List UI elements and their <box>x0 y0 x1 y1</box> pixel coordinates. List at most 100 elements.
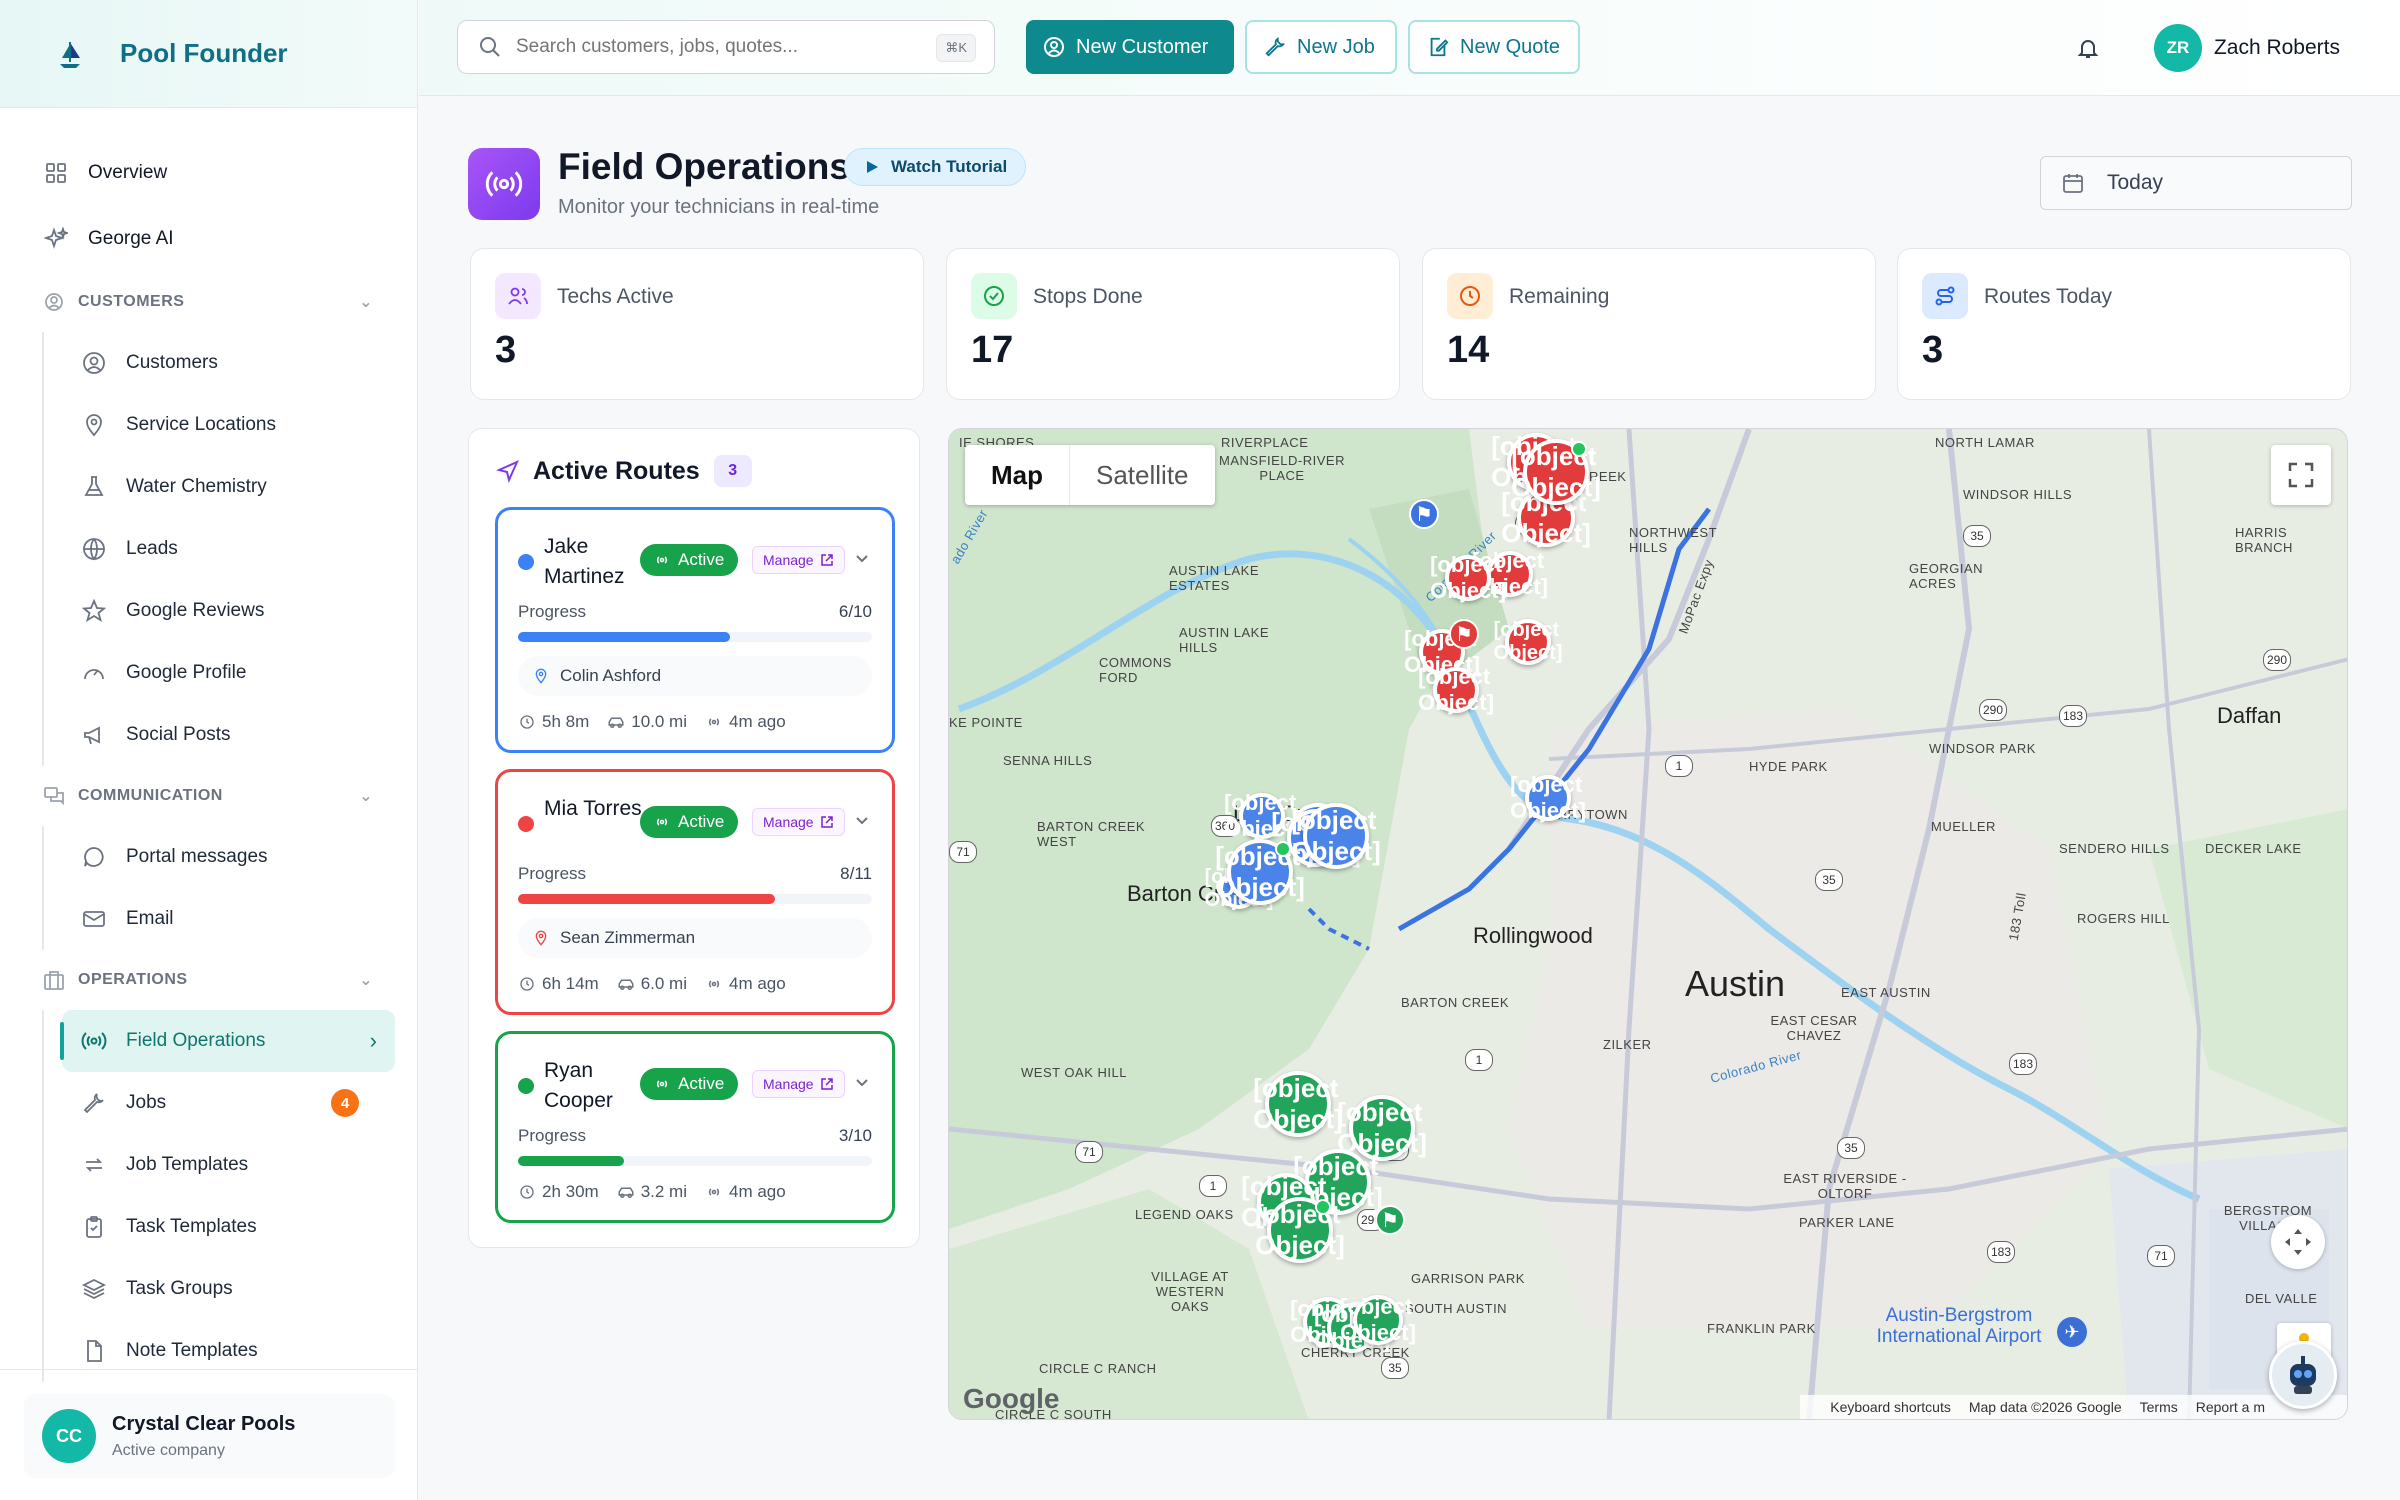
keyboard-shortcuts-link[interactable]: Keyboard shortcuts <box>1830 1399 1951 1415</box>
operations-list: Field Operations › Jobs 4 Job Templates … <box>42 1010 417 1382</box>
tech-name: Jake Martinez <box>544 535 625 588</box>
user-menu[interactable]: ZR Zach Roberts <box>2153 24 2340 72</box>
section-communication[interactable]: COMMUNICATION ⌄ <box>0 766 417 826</box>
highway-shield: 35 <box>1837 1137 1865 1159</box>
satellite-tab[interactable]: Satellite <box>1069 445 1215 505</box>
chevron-down-icon[interactable] <box>852 1072 872 1092</box>
chat-icon <box>42 784 66 808</box>
layers-icon <box>80 1275 108 1303</box>
progress-label: Progress <box>518 602 587 621</box>
route-duration: 2h 30m <box>542 1182 599 1201</box>
map-label: BARTON CREEK <box>1401 995 1510 1010</box>
map-tab[interactable]: Map <box>965 445 1069 505</box>
report-link[interactable]: Report a m <box>2196 1399 2265 1415</box>
sidebar-item-google-reviews[interactable]: Google Reviews <box>44 580 417 642</box>
manage-button[interactable]: Manage <box>752 1070 845 1098</box>
stat-card-routes-today: Routes Today 3 <box>1897 248 2351 400</box>
sidebar-item-task-groups[interactable]: Task Groups <box>44 1258 417 1320</box>
stop-marker-10[interactable]: [object Object] <box>1291 803 1381 869</box>
tech-marker-jm[interactable]: [object Object] <box>1215 839 1305 905</box>
sidebar-item-service-locations[interactable]: Service Locations <box>44 394 417 456</box>
sidebar-item-water-chemistry[interactable]: Water Chemistry <box>44 456 417 518</box>
stop-marker[interactable]: [object Object] <box>1510 772 1586 823</box>
mail-icon <box>80 905 108 933</box>
tech-marker-rc[interactable]: [object Object] <box>1255 1197 1345 1263</box>
new-quote-button[interactable]: New Quote <box>1408 20 1580 74</box>
sidebar-item-leads[interactable]: Leads <box>44 518 417 580</box>
tech-marker-mt[interactable]: [object Object] <box>1511 439 1601 505</box>
sidebar-item-google-profile[interactable]: Google Profile <box>44 642 417 704</box>
sidebar-item-field-operations[interactable]: Field Operations › <box>60 1010 395 1072</box>
stop-marker[interactable]: [object Object] <box>1418 664 1494 715</box>
map-label: CIRCLE C RANCH <box>1039 1361 1157 1376</box>
map-label: WEST OAK HILL <box>1021 1065 1127 1080</box>
sidebar-item-job-templates[interactable]: Job Templates <box>44 1134 417 1196</box>
pool-logo-icon <box>50 34 90 74</box>
stop-marker[interactable]: [object Object] <box>1340 1294 1416 1345</box>
button-label: New Quote <box>1460 35 1561 58</box>
brand[interactable]: Pool Founder <box>0 0 417 108</box>
manage-button[interactable]: Manage <box>752 546 845 574</box>
sidebar-item-email[interactable]: Email <box>44 888 417 950</box>
route-card[interactable]: Ryan Cooper Active Manage Progress 3/10 … <box>495 1031 895 1223</box>
section-customers[interactable]: CUSTOMERS ⌄ <box>0 272 417 332</box>
route-meta: 5h 8m 10.0 mi 4m ago <box>518 712 804 732</box>
manage-label: Manage <box>763 814 814 830</box>
sidebar-item-social-posts[interactable]: Social Posts <box>44 704 417 766</box>
route-card[interactable]: Jake Martinez Active Manage Progress 6/1… <box>495 507 895 753</box>
sidebar: Pool Founder Overview George AI CUSTOMER… <box>0 0 418 1500</box>
sidebar-item-portal-messages[interactable]: Portal messages <box>44 826 417 888</box>
new-customer-button[interactable]: New Customer <box>1026 20 1234 74</box>
map-label: COMMONS FORD <box>1099 655 1172 685</box>
assistant-bot-icon[interactable] <box>2269 1341 2337 1409</box>
stat-label: Remaining <box>1509 285 1610 308</box>
new-job-button[interactable]: New Job <box>1245 20 1397 74</box>
terms-link[interactable]: Terms <box>2140 1399 2178 1415</box>
stop-marker[interactable]: [object Object] <box>1253 1071 1343 1137</box>
stat-card-stops-done: Stops Done 17 <box>946 248 1400 400</box>
sidebar-item-jobs[interactable]: Jobs 4 <box>44 1072 417 1134</box>
map-label: ZILKER <box>1603 1037 1652 1052</box>
sidebar-item-label: Task Groups <box>126 1278 233 1299</box>
date-picker[interactable]: Today <box>2040 156 2352 210</box>
map-pin-icon <box>80 411 108 439</box>
manage-button[interactable]: Manage <box>752 808 845 836</box>
section-operations[interactable]: OPERATIONS ⌄ <box>0 950 417 1010</box>
search-icon <box>478 35 502 59</box>
search-box[interactable]: ⌘K <box>457 20 995 74</box>
watch-tutorial-button[interactable]: Watch Tutorial <box>844 148 1027 186</box>
avatar: ZR <box>2153 24 2202 72</box>
company-switcher[interactable]: CC Crystal Clear Pools Active company <box>24 1394 395 1478</box>
route-distance: 10.0 mi <box>631 712 687 731</box>
broadcast-icon <box>705 713 723 731</box>
search-input[interactable] <box>516 36 916 58</box>
map[interactable]: IE SHORES RIVERPLACE MANSFIELD-RIVER PLA… <box>948 428 2348 1420</box>
stop-marker[interactable]: [object Object] <box>1430 552 1506 603</box>
progress-fill <box>518 894 776 904</box>
sidebar-item-customers[interactable]: Customers <box>44 332 417 394</box>
broadcast-icon <box>705 975 723 993</box>
progress-label: Progress <box>518 1126 587 1145</box>
sidebar-item-note-templates[interactable]: Note Templates <box>44 1320 417 1382</box>
sidebar-item-task-templates[interactable]: Task Templates <box>44 1196 417 1258</box>
camera-control-icon[interactable] <box>2271 1215 2325 1269</box>
stop-marker[interactable]: [object Object] <box>1494 619 1562 665</box>
map-label: GARRISON PARK <box>1411 1271 1525 1286</box>
sidebar-item-overview[interactable]: Overview <box>0 140 417 206</box>
sidebar-item-george-ai[interactable]: George AI <box>0 206 417 272</box>
broadcast-icon <box>80 1027 108 1055</box>
map-label: NORTH LAMAR <box>1935 435 2035 450</box>
sidebar-item-label: Portal messages <box>126 846 268 867</box>
sidebar-item-label: Email <box>126 908 174 929</box>
bell-icon[interactable] <box>2074 34 2102 62</box>
tech-color-dot <box>518 1078 534 1094</box>
fullscreen-icon[interactable] <box>2271 445 2331 505</box>
chevron-down-icon[interactable] <box>852 548 872 568</box>
highway-shield: 1 <box>1665 755 1693 777</box>
highway-shield: 183 <box>2059 705 2087 727</box>
check-circle-icon <box>971 273 1017 319</box>
map-label: EAST RIVERSIDE - OLTORF <box>1783 1171 1907 1201</box>
status-badge: Active <box>640 806 739 838</box>
chevron-down-icon[interactable] <box>852 810 872 830</box>
route-card[interactable]: Mia Torres Active Manage Progress 8/11 S… <box>495 769 895 1015</box>
